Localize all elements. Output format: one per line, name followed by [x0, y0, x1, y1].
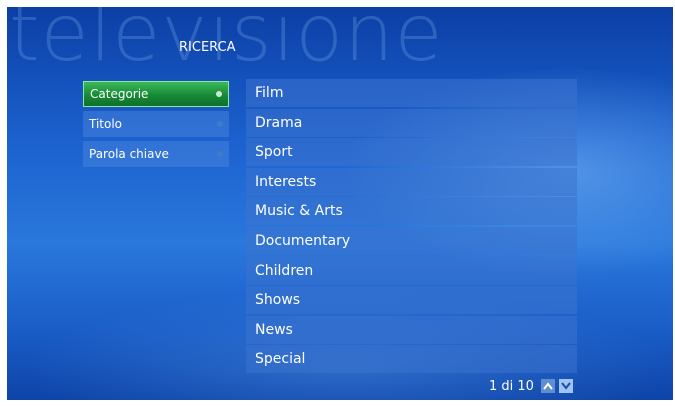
search-type-label: Categorie: [90, 87, 149, 101]
category-item-sport[interactable]: Sport: [246, 138, 577, 167]
category-item-music-arts[interactable]: Music & Arts: [246, 197, 577, 226]
selection-dot-icon: [217, 121, 223, 127]
category-item-interests[interactable]: Interests: [246, 167, 577, 196]
category-item-documentary[interactable]: Documentary: [246, 226, 577, 255]
chevron-down-icon: [561, 382, 571, 390]
category-item-children[interactable]: Children: [246, 256, 577, 285]
search-type-label: Titolo: [89, 117, 123, 131]
search-type-parola-chiave[interactable]: Parola chiave: [83, 141, 229, 167]
category-item-news[interactable]: News: [246, 315, 577, 344]
search-type-label: Parola chiave: [89, 147, 169, 161]
selection-dot-icon: [216, 91, 222, 97]
page-indicator: 1 di 10: [489, 378, 534, 394]
search-type-categorie[interactable]: Categorie: [83, 81, 229, 107]
category-item-drama[interactable]: Drama: [246, 108, 577, 137]
chevron-up-icon: [543, 382, 553, 390]
category-item-film[interactable]: Film: [246, 79, 577, 107]
search-type-titolo[interactable]: Titolo: [83, 111, 229, 137]
search-type-menu: Categorie Titolo Parola chiave: [83, 81, 229, 171]
selection-dot-icon: [217, 151, 223, 157]
media-center-screen: televisione RICERCA Categorie Titolo Par…: [7, 7, 673, 400]
page-down-button[interactable]: [558, 379, 573, 393]
category-item-shows[interactable]: Shows: [246, 286, 577, 315]
page-up-button[interactable]: [540, 379, 555, 393]
category-item-special[interactable]: Special: [246, 345, 577, 374]
pager: 1 di 10: [489, 377, 573, 395]
category-list: Film Drama Sport Interests Music & Arts …: [246, 79, 577, 375]
section-title: RICERCA: [179, 40, 236, 55]
